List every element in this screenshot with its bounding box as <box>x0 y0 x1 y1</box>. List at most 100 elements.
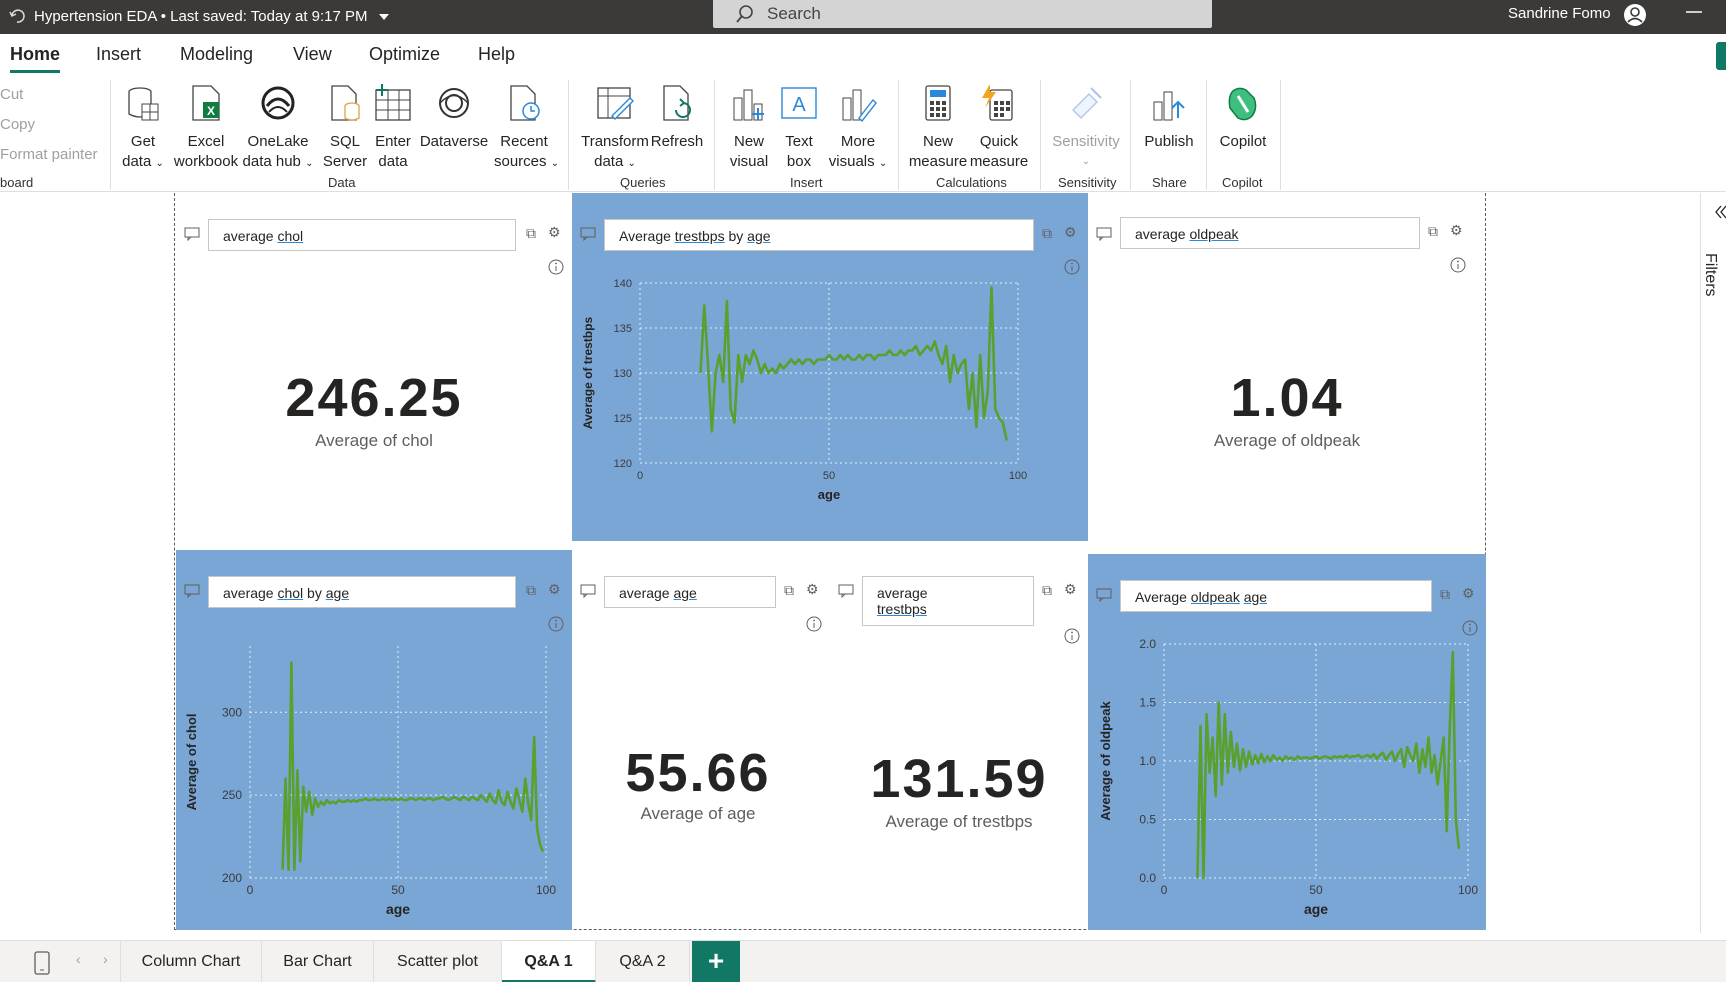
comment-icon[interactable] <box>838 584 854 598</box>
qa-query-input[interactable]: average trestbps <box>862 576 1034 626</box>
info-icon[interactable] <box>1064 628 1080 644</box>
comment-icon[interactable] <box>1096 227 1112 241</box>
turn-into-visual-icon[interactable]: ⧉ <box>784 582 794 599</box>
visual-trestbps-by-age[interactable]: Average trestbps by age ⧉ ⚙ 0 50 100 120 125… <box>572 193 1088 541</box>
gear-icon[interactable]: ⚙ <box>1064 581 1077 598</box>
line-chart-chol[interactable]: 0 50 100 200 250 300 age Average of chol <box>176 634 572 930</box>
y-axis-title: Average of chol <box>184 713 199 810</box>
sensitivity-button[interactable]: Sensitivity ⌄ <box>1050 84 1122 172</box>
new-measure-line1: New <box>922 133 953 150</box>
enter-data-line1: Enter <box>375 133 411 150</box>
sql-server-button[interactable]: SQL Server <box>320 84 370 172</box>
enter-data-line2: data <box>378 153 408 170</box>
gear-icon[interactable]: ⚙ <box>806 581 819 598</box>
new-visual-button[interactable]: New visual <box>724 84 774 172</box>
user-name[interactable]: Sandrine Fomo <box>1508 5 1611 22</box>
turn-into-visual-icon[interactable]: ⧉ <box>526 225 536 242</box>
visual-chol-by-age[interactable]: average chol by age ⧉ ⚙ 0 50 100 200 250 300 a… <box>176 550 572 930</box>
get-data-button[interactable]: Get data ⌄ <box>118 84 168 174</box>
kpi-label: Average of age <box>640 804 756 823</box>
tab-optimize[interactable]: Optimize <box>369 44 440 65</box>
turn-into-visual-icon[interactable]: ⧉ <box>1428 223 1438 240</box>
file-title-area[interactable]: Hypertension EDA • Last saved: Today at … <box>34 8 390 25</box>
add-page-button[interactable]: + <box>692 941 740 982</box>
page-tab-scatter-plot[interactable]: Scatter plot <box>374 941 502 982</box>
filters-pane[interactable]: Filters <box>1700 193 1726 933</box>
kpi-value: 55.66 <box>625 743 771 803</box>
info-icon[interactable] <box>1450 257 1466 273</box>
info-icon[interactable] <box>548 259 564 275</box>
minimize-icon[interactable] <box>1686 10 1702 14</box>
prev-page-icon[interactable]: ‹ <box>76 951 81 967</box>
tab-help[interactable]: Help <box>478 44 515 65</box>
new-measure-button[interactable]: New measure <box>906 84 970 172</box>
turn-into-visual-icon[interactable]: ⧉ <box>526 582 536 599</box>
comment-icon[interactable] <box>184 227 200 241</box>
refresh-button[interactable]: Refresh <box>650 84 704 152</box>
line-chart-oldpeak[interactable]: 0 50 100 0.0 0.5 1.0 1.5 2.0 age Average of oldpe… <box>1088 634 1486 930</box>
text-box-button[interactable]: A Text box <box>776 84 822 172</box>
comment-icon[interactable] <box>580 584 596 598</box>
gear-icon[interactable]: ⚙ <box>1462 585 1475 602</box>
comment-icon[interactable] <box>580 227 596 241</box>
tab-home[interactable]: Home <box>10 44 60 65</box>
turn-into-visual-icon[interactable]: ⧉ <box>1440 586 1450 603</box>
quick-measure-button[interactable]: Quick measure <box>966 84 1032 172</box>
visual-trestbps-card[interactable]: average trestbps ⧉ ⚙ 131.59 Average of tr… <box>830 550 1088 930</box>
qa-query-input[interactable]: Average trestbps by age <box>604 219 1034 251</box>
copilot-button[interactable]: Copilot <box>1214 84 1272 152</box>
search-box[interactable]: Search <box>713 0 1212 28</box>
page-tab-qa-2[interactable]: Q&A 2 <box>596 941 690 982</box>
excel-workbook-button[interactable]: X Excel workbook <box>170 84 242 172</box>
y-axis-title: Average of oldpeak <box>1098 701 1113 821</box>
turn-into-visual-icon[interactable]: ⧉ <box>1042 582 1052 599</box>
onelake-data-hub-button[interactable]: OneLake data hub ⌄ <box>242 84 314 174</box>
avatar-icon[interactable] <box>1622 2 1648 28</box>
excel-line2: workbook <box>173 153 239 170</box>
enter-data-button[interactable]: Enter data <box>372 84 414 172</box>
kpi-label: Average of oldpeak <box>1213 431 1361 450</box>
turn-into-visual-icon[interactable]: ⧉ <box>1042 225 1052 242</box>
format-painter-button[interactable]: Format painter <box>0 146 98 163</box>
tab-insert[interactable]: Insert <box>96 44 141 65</box>
page-tab-bar-chart[interactable]: Bar Chart <box>262 941 374 982</box>
comment-icon[interactable] <box>1096 588 1112 602</box>
collapse-icon[interactable] <box>1715 205 1726 219</box>
line-chart-trestbps[interactable]: 0 50 100 120 125 130 135 140 age Average of trest… <box>572 273 1088 541</box>
calculator-icon <box>925 85 951 121</box>
publish-button[interactable]: Publish <box>1140 84 1198 152</box>
page-tab-column-chart[interactable]: Column Chart <box>120 941 262 982</box>
visual-age-card[interactable]: average age ⧉ ⚙ 55.66 Average of age <box>572 550 830 930</box>
undo-icon[interactable] <box>8 7 26 25</box>
comment-icon[interactable] <box>184 584 200 598</box>
tab-view[interactable]: View <box>293 44 332 65</box>
info-icon[interactable] <box>806 616 822 632</box>
qa-query-input[interactable]: average chol <box>208 219 516 251</box>
share-button-edge[interactable] <box>1716 42 1726 70</box>
qa-query-input[interactable]: Average oldpeak age <box>1120 580 1432 612</box>
tab-modeling[interactable]: Modeling <box>180 44 253 65</box>
cut-button[interactable]: Cut <box>0 86 23 103</box>
mobile-layout-icon[interactable] <box>34 951 50 975</box>
recent-sources-button[interactable]: Recent sources ⌄ <box>494 84 559 174</box>
copy-button[interactable]: Copy <box>0 116 35 133</box>
page-tab-qa-1[interactable]: Q&A 1 <box>502 941 596 982</box>
visual-chol-card[interactable]: average chol ⧉ ⚙ 246.25 Average of chol <box>176 193 572 550</box>
visual-oldpeak-by-age[interactable]: Average oldpeak age ⧉ ⚙ 0 50 100 0.0 0.5 1.0 1… <box>1088 554 1486 930</box>
svg-text:X: X <box>207 104 215 118</box>
gear-icon[interactable]: ⚙ <box>548 581 561 598</box>
ribbon: Cut Copy Format painter board Get data ⌄… <box>0 76 1726 192</box>
transform-data-button[interactable]: Transform data ⌄ <box>580 84 650 174</box>
dataverse-button[interactable]: Dataverse <box>418 84 490 152</box>
info-icon[interactable] <box>548 616 564 632</box>
more-visuals-button[interactable]: More visuals ⌄ <box>826 84 890 174</box>
qa-query-input[interactable]: average chol by age <box>208 576 516 608</box>
qa-query-input[interactable]: average oldpeak <box>1120 217 1420 249</box>
gear-icon[interactable]: ⚙ <box>1450 222 1463 239</box>
next-page-icon[interactable]: › <box>103 951 108 967</box>
gear-icon[interactable]: ⚙ <box>1064 224 1077 241</box>
gear-icon[interactable]: ⚙ <box>548 224 561 241</box>
visual-oldpeak-card[interactable]: average oldpeak ⧉ ⚙ 1.04 Average of oldp… <box>1088 193 1486 550</box>
y-tick-label: 1.5 <box>1139 696 1156 710</box>
qa-query-input[interactable]: average age <box>604 576 776 608</box>
